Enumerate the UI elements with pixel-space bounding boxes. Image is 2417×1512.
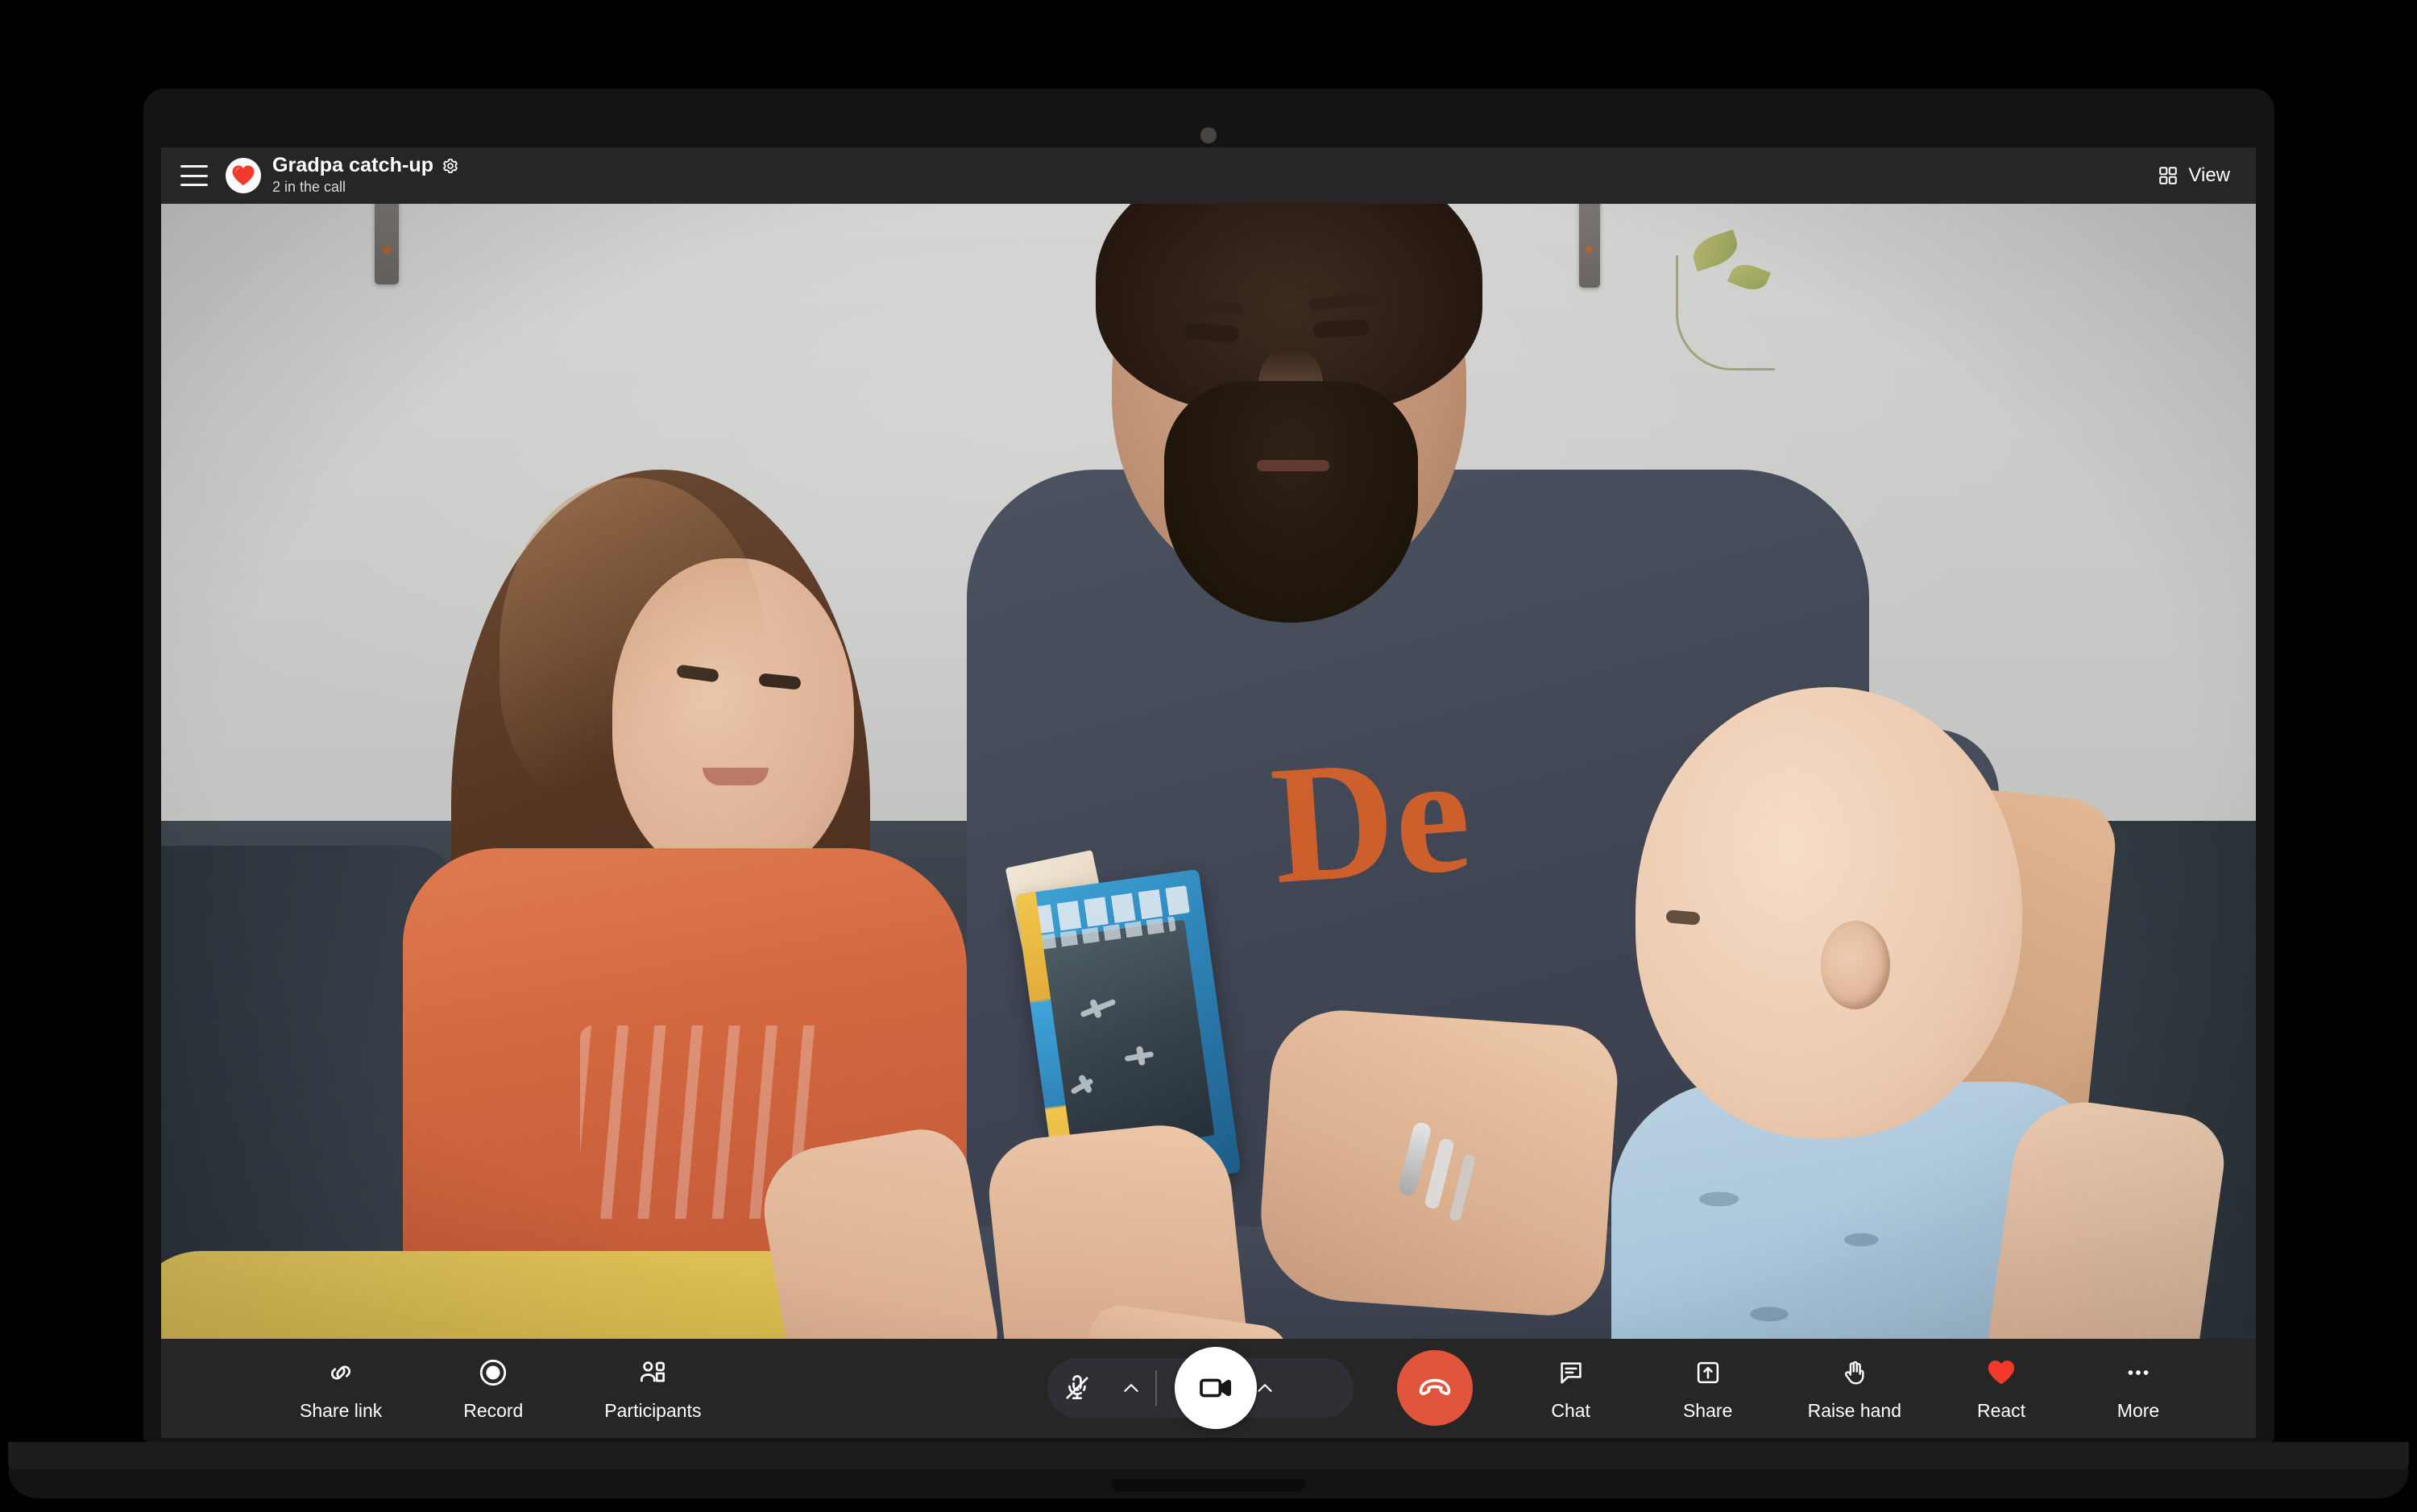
person-child-hair-highlight — [500, 478, 765, 816]
video-feed[interactable]: De — [161, 204, 2256, 1438]
heart-logo-icon — [226, 158, 261, 193]
gear-icon[interactable] — [442, 157, 459, 175]
laptop-webcam — [1200, 127, 1217, 143]
screenshot-root: Gradpa catch-up 2 in the call View De Sh… — [0, 0, 2417, 1512]
share-screen-icon — [1692, 1357, 1724, 1389]
heart-icon — [1985, 1357, 2017, 1389]
chevron-up-icon — [1120, 1377, 1142, 1399]
raise-hand-button[interactable]: Raise hand — [1808, 1357, 1901, 1420]
share-link-label: Share link — [300, 1400, 383, 1421]
laptop-screen: Gradpa catch-up 2 in the call View De Sh… — [161, 147, 2256, 1438]
person-adult-mouth — [1257, 460, 1329, 471]
scene-wall-hook — [375, 204, 399, 284]
react-button[interactable]: React — [1964, 1357, 2038, 1420]
call-toolbar: Share link Record Participants Chat Shar… — [161, 1339, 2256, 1438]
laptop-base-notch — [1112, 1479, 1305, 1492]
book-cover-art — [1042, 919, 1215, 1156]
record-button[interactable]: Record — [456, 1357, 530, 1420]
end-call-icon — [1416, 1369, 1453, 1406]
more-label: More — [2116, 1400, 2160, 1421]
chat-bubble-icon — [1555, 1357, 1587, 1389]
participants-button[interactable]: Participants — [604, 1357, 701, 1420]
link-icon — [325, 1357, 357, 1389]
call-controls-group — [1047, 1347, 1473, 1429]
person-baby-ear — [1821, 921, 1890, 1009]
record-label: Record — [463, 1400, 524, 1421]
microphone-options-button[interactable] — [1107, 1358, 1155, 1418]
participants-label: Participants — [604, 1400, 702, 1421]
person-adult-beard — [1164, 381, 1418, 623]
person-adult-hand — [1254, 1005, 1622, 1319]
ellipsis-icon — [2122, 1357, 2154, 1389]
scene-wall-hook — [1579, 204, 1600, 288]
app-header: Gradpa catch-up 2 in the call View — [161, 147, 2256, 204]
person-adult-eye — [1312, 319, 1370, 338]
share-screen-button[interactable]: Share — [1671, 1357, 1745, 1420]
person-adult-shirt-graphic: De — [1266, 719, 1476, 920]
end-call-button[interactable] — [1397, 1350, 1473, 1426]
participants-icon — [636, 1357, 669, 1389]
react-label: React — [1976, 1400, 2026, 1421]
raised-hand-icon — [1839, 1357, 1871, 1389]
participants-status: 2 in the call — [272, 179, 346, 196]
chat-label: Chat — [1551, 1400, 1590, 1421]
toolbar-divider — [1155, 1370, 1157, 1406]
more-button[interactable]: More — [2101, 1357, 2175, 1420]
toolbar-right-group: Chat Share Raise hand React More — [1534, 1339, 2175, 1438]
video-camera-icon — [1197, 1369, 1234, 1406]
hamburger-menu-icon[interactable] — [180, 165, 208, 186]
chat-button[interactable]: Chat — [1534, 1357, 1608, 1420]
microphone-muted-icon — [1062, 1373, 1092, 1403]
toolbar-left-group: Share link Record Participants — [300, 1339, 701, 1438]
view-button-label: View — [2188, 164, 2230, 186]
microphone-button[interactable] — [1047, 1358, 1107, 1418]
share-link-button[interactable]: Share link — [300, 1357, 382, 1420]
grid-view-icon — [2158, 165, 2179, 186]
view-button[interactable]: View — [2150, 158, 2238, 193]
chevron-up-icon — [1254, 1377, 1276, 1399]
video-scene: De — [161, 204, 2256, 1438]
record-icon — [477, 1357, 509, 1389]
raise-hand-label: Raise hand — [1807, 1400, 1901, 1421]
header-title-block: Gradpa catch-up 2 in the call — [272, 153, 459, 197]
page-title: Gradpa catch-up — [272, 153, 434, 176]
share-label: Share — [1682, 1400, 1733, 1421]
camera-button[interactable] — [1175, 1347, 1257, 1429]
